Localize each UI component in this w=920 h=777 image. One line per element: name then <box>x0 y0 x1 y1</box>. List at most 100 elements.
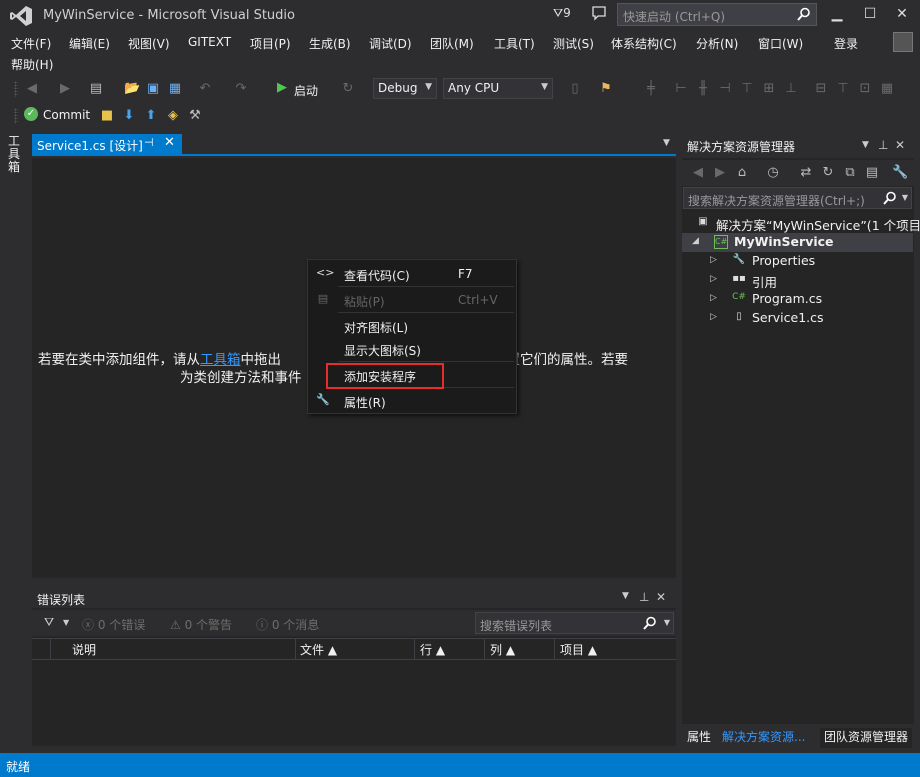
column-file[interactable]: 文件 ▲ <box>300 641 337 658</box>
align-center-icon[interactable]: ╫ <box>695 81 711 97</box>
expanded-arrow-icon[interactable]: ◢ <box>692 236 699 246</box>
menu-project[interactable]: 项目(P) <box>250 35 291 52</box>
menu-test[interactable]: 测试(S) <box>553 35 594 52</box>
pending-changes-icon[interactable]: ◷ <box>765 165 781 181</box>
same-height-icon[interactable]: ⊤ <box>835 81 851 97</box>
save-icon[interactable]: ▣ <box>145 81 161 97</box>
account-avatar-icon[interactable] <box>893 32 913 52</box>
sync-icon[interactable]: ⇄ <box>798 165 814 181</box>
menu-help[interactable]: 帮助(H) <box>11 56 53 73</box>
find-in-files-icon[interactable]: ⚑ <box>598 81 614 97</box>
quick-launch-box[interactable]: 快速启动 (Ctrl+Q) <box>617 3 817 26</box>
push-icon[interactable]: ⬆ <box>143 108 159 124</box>
notifications-button[interactable]: ⛛9 <box>553 6 571 21</box>
minimize-button[interactable]: ▁ <box>822 4 852 26</box>
stash-icon[interactable]: ◈ <box>165 108 181 124</box>
align-left-icon[interactable]: ⊢ <box>673 81 689 97</box>
new-project-icon[interactable]: ▤ <box>88 81 104 97</box>
show-all-files-icon[interactable]: ▤ <box>864 165 880 181</box>
tree-item-project[interactable]: ◢ C# MyWinService <box>682 233 913 252</box>
menu-architecture[interactable]: 体系结构(C) <box>611 35 677 52</box>
tab-dropdown-icon[interactable]: ▼ <box>663 138 670 148</box>
toolbar-grip[interactable] <box>14 81 18 97</box>
chevron-down-icon[interactable]: ▼ <box>63 618 69 627</box>
column-line[interactable]: 行 ▲ <box>420 641 445 658</box>
properties-icon[interactable]: 🔧 <box>892 165 908 181</box>
open-file-icon[interactable]: 📂 <box>124 81 140 97</box>
collapsed-arrow-icon[interactable]: ▷ <box>710 255 717 265</box>
menu-item-view-code[interactable]: <> 查看代码(C) F7 <box>308 263 516 285</box>
column-project[interactable]: 项目 ▲ <box>560 641 597 658</box>
warnings-filter-button[interactable]: ⚠ 0 个警告 <box>170 616 232 633</box>
browse-icon[interactable]: ■ <box>99 108 115 124</box>
menu-window[interactable]: 窗口(W) <box>758 35 803 52</box>
tab-team-explorer[interactable]: 团队资源管理器 <box>820 728 913 748</box>
align-icon[interactable]: ╪ <box>643 81 659 97</box>
menu-tools[interactable]: 工具(T) <box>494 35 535 52</box>
align-top-icon[interactable]: ⊤ <box>739 81 755 97</box>
panel-menu-icon[interactable]: ▼ <box>622 591 629 601</box>
messages-filter-button[interactable]: ⓘ 0 个消息 <box>256 616 319 633</box>
forward-icon[interactable]: ▶ <box>712 165 728 181</box>
panel-splitter[interactable] <box>32 578 676 588</box>
menu-item-properties[interactable]: 🔧 属性(R) <box>308 390 516 412</box>
column-col[interactable]: 列 ▲ <box>490 641 515 658</box>
errors-filter-button[interactable]: ⓧ 0 个错误 <box>82 616 145 633</box>
menu-gitext[interactable]: GITEXT <box>188 35 231 49</box>
platform-dropdown[interactable]: Any CPU ▼ <box>443 78 553 99</box>
panel-menu-icon[interactable]: ▼ <box>862 140 869 150</box>
filter-icon[interactable]: ⛛ <box>44 615 54 630</box>
collapsed-arrow-icon[interactable]: ▷ <box>710 274 717 284</box>
settings-tools-icon[interactable]: ⚒ <box>187 108 203 124</box>
pin-icon[interactable]: ⊥ <box>639 590 649 604</box>
back-icon[interactable]: ◀ <box>24 81 40 97</box>
size-to-grid-icon[interactable]: ▦ <box>879 81 895 97</box>
document-tab-service1-design[interactable]: Service1.cs [设计] ⊣ ✕ <box>32 134 182 156</box>
collapse-all-icon[interactable]: ⧉ <box>842 165 858 181</box>
close-icon[interactable]: ✕ <box>895 138 905 152</box>
device-icon[interactable]: ▯ <box>567 81 583 97</box>
pin-icon[interactable]: ⊥ <box>878 138 888 152</box>
undo-icon[interactable]: ↶ <box>197 81 213 97</box>
save-all-icon[interactable]: ▦ <box>167 81 183 97</box>
tree-item-service1-cs[interactable]: ▷ ▯ Service1.cs <box>682 309 913 328</box>
same-size-icon[interactable]: ⊡ <box>857 81 873 97</box>
chevron-down-icon[interactable]: ▼ <box>902 193 908 202</box>
error-list-search-input[interactable]: 搜索错误列表 ▼ <box>475 612 674 634</box>
configuration-dropdown[interactable]: Debug ▼ <box>373 78 437 99</box>
forward-icon[interactable]: ▶ <box>57 81 73 97</box>
menu-team[interactable]: 团队(M) <box>430 35 474 52</box>
refresh-icon[interactable]: ↻ <box>340 81 356 97</box>
refresh-icon[interactable]: ↻ <box>820 165 836 181</box>
tree-item-program-cs[interactable]: ▷ C# Program.cs <box>682 290 913 309</box>
menu-edit[interactable]: 编辑(E) <box>69 35 110 52</box>
align-middle-icon[interactable]: ⊞ <box>761 81 777 97</box>
collapsed-arrow-icon[interactable]: ▷ <box>710 312 717 322</box>
tab-solution-explorer[interactable]: 解决方案资源... <box>722 728 805 745</box>
back-icon[interactable]: ◀ <box>690 165 706 181</box>
toolbar-grip[interactable] <box>14 108 18 124</box>
pull-icon[interactable]: ⬇ <box>121 108 137 124</box>
collapsed-arrow-icon[interactable]: ▷ <box>710 293 717 303</box>
menu-item-paste[interactable]: ▤ 粘贴(P) Ctrl+V <box>308 289 516 311</box>
close-icon[interactable]: ✕ <box>656 590 666 604</box>
tree-item-references[interactable]: ▷ ▪▪ 引用 <box>682 271 913 290</box>
menu-build[interactable]: 生成(B) <box>309 35 351 52</box>
close-button[interactable]: ✕ <box>887 4 917 26</box>
align-right-icon[interactable]: ⊣ <box>717 81 733 97</box>
maximize-button[interactable]: ☐ <box>855 4 885 26</box>
redo-icon[interactable]: ↷ <box>233 81 249 97</box>
tab-properties[interactable]: 属性 <box>687 728 711 745</box>
toolbox-tab[interactable]: 工具箱 <box>8 135 22 174</box>
menu-file[interactable]: 文件(F) <box>11 35 51 52</box>
feedback-icon[interactable] <box>591 5 607 21</box>
solution-search-input[interactable]: 搜索解决方案资源管理器(Ctrl+;) ▼ <box>683 187 912 209</box>
close-icon[interactable]: ✕ <box>164 135 175 150</box>
align-bottom-icon[interactable]: ⊥ <box>783 81 799 97</box>
pin-icon[interactable]: ⊣ <box>144 136 154 149</box>
home-icon[interactable]: ⌂ <box>734 165 750 181</box>
tree-item-solution[interactable]: ▣ 解决方案“MyWinService”(1 个项目) <box>682 214 920 233</box>
menu-item-line-up-icons[interactable]: 对齐图标(L) <box>308 315 516 337</box>
column-description[interactable]: 说明 <box>72 641 96 658</box>
tree-item-properties[interactable]: ▷ 🔧 Properties <box>682 252 913 271</box>
